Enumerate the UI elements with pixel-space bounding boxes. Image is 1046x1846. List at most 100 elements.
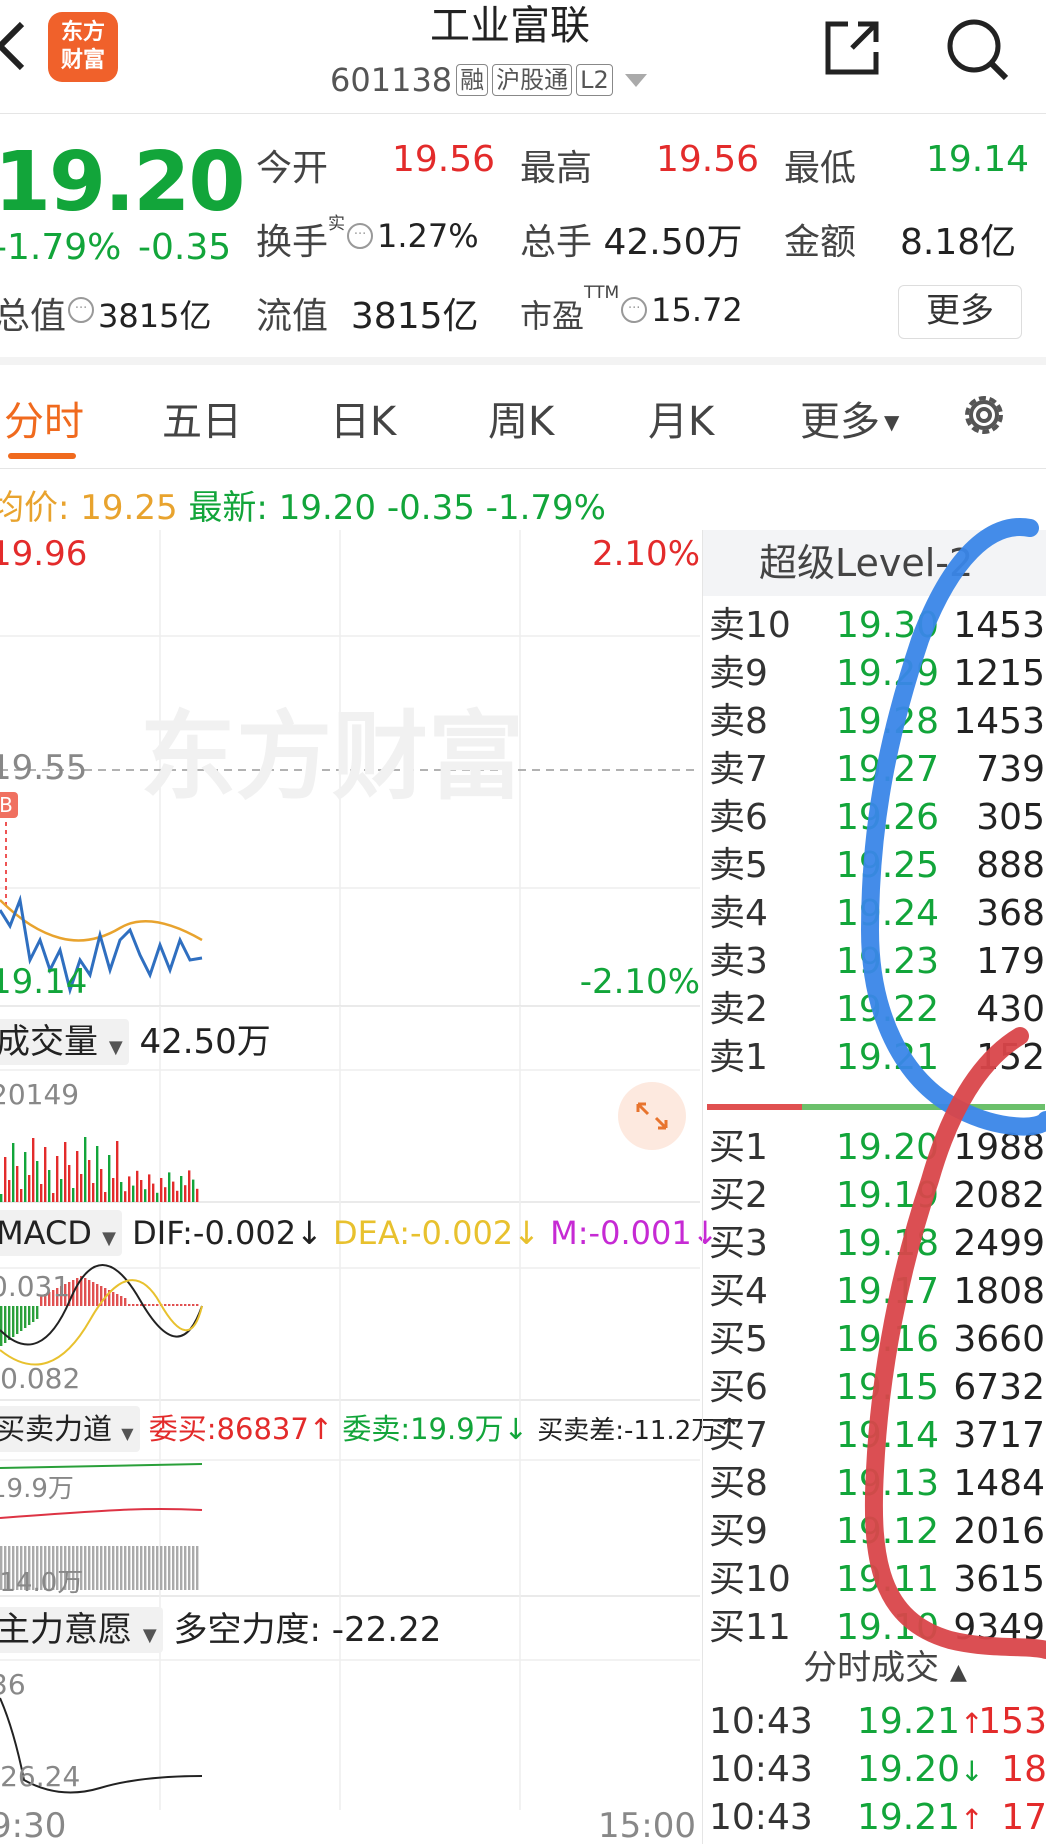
search-icon[interactable] [942,14,1012,84]
bidask-diff-bar [120,1546,123,1590]
ask-row[interactable]: 卖10 19.30 1453 [709,602,1045,650]
tab-more[interactable]: 更多 ▼ [800,389,899,447]
bid-volume: 1988 [953,1127,1045,1168]
tab-intraday[interactable]: 分时 [4,389,84,447]
bid-row[interactable]: 买7 19.14 3717 [709,1412,1045,1460]
bidask-diff-bar [184,1546,187,1590]
info-icon[interactable]: ··· [347,223,374,249]
bid-row[interactable]: 买3 19.18 2499 [709,1220,1045,1268]
trade-row[interactable]: 10:43 19.21↑ 153 [709,1698,1046,1746]
stock-code-row[interactable]: 601138 融 沪股通 L2 [330,61,647,99]
volume-bar [60,1179,63,1202]
bid-row[interactable]: 买10 19.11 3615 [709,1556,1045,1604]
bid-volume: 2016 [953,1511,1045,1552]
volume-bar [48,1170,51,1202]
volume-bar [156,1192,159,1202]
macd-bottom-label: -0.082 [0,1362,81,1395]
pe-cell[interactable]: 市盈 TTM ··· 15.72 [520,283,743,337]
bidask-diff-bar [172,1546,175,1590]
volume-max-label: 20149 [0,1078,80,1111]
ask-volume: 430 [976,989,1045,1030]
info-icon[interactable]: ··· [621,297,648,323]
volume-indicator-select[interactable]: 成交量 ▼ [0,1019,129,1065]
turnover-label: 换手 [256,222,329,263]
bidask-diff-bar [164,1546,167,1590]
mktcap-value: 3815亿 [98,297,212,335]
bid-price: 19.17 [835,1271,939,1312]
gear-icon[interactable] [958,389,1010,441]
bid-volume: 1484 [953,1463,1045,1504]
bid-row[interactable]: 买2 19.19 2082 [709,1172,1045,1220]
bid-row[interactable]: 买4 19.17 1808 [709,1268,1045,1316]
tab-weekly-k[interactable]: 周K [488,389,554,447]
tab-more-label: 更多 [800,399,880,445]
bidask-indicator-select[interactable]: 买卖力道 ▼ [0,1406,140,1452]
volume-bar [192,1179,195,1202]
volume-bar [196,1188,199,1202]
connect-tag: 沪股通 [492,64,573,96]
more-quote-button[interactable]: 更多 [898,285,1022,339]
bidask-diff-bar [84,1546,87,1590]
bid-level: 买5 [709,1319,768,1360]
macd-bar [88,1280,91,1306]
volume-bar [176,1190,179,1202]
bid-row[interactable]: 买5 19.16 3660 [709,1316,1045,1364]
ask-row[interactable]: 卖2 19.22 430 [709,986,1045,1034]
expand-icon[interactable] [618,1082,686,1150]
ask-row[interactable]: 卖3 19.23 179 [709,938,1045,986]
trades-header[interactable]: 分时成交 ▲ [703,1640,1046,1696]
macd-bar [180,1304,183,1306]
macd-bar [124,1298,127,1306]
intraday-chart[interactable]: 东方财富 19.96 2.10% 19.55 B 19.14 -2.10% 成交… [0,530,742,1846]
trade-row[interactable]: 10:43 19.21↑ 17 [709,1794,1046,1842]
ask-row[interactable]: 卖6 19.26 305 [709,794,1045,842]
buy-marker[interactable]: B [0,792,18,818]
bid-row[interactable]: 买1 19.20 1988 [709,1124,1045,1172]
ask-price: 19.28 [835,701,939,742]
trade-row[interactable]: 10:43 19.20↓ 18 [709,1746,1046,1794]
ask-line [0,1508,203,1519]
order-book[interactable]: 超级Level-2 卖10 19.30 1453 卖9 19.29 1215 卖8 19.28… [702,530,1046,1844]
turnover-sup: 实 [328,214,346,234]
share-icon[interactable] [822,18,882,78]
quote-panel: 19.20 -1.79% -0.35 今开 19.56 最高 19.56 最低 … [0,115,1046,365]
bid-row[interactable]: 买9 19.12 2016 [709,1508,1045,1556]
bidask-diff-bar [152,1546,155,1590]
ask-row[interactable]: 卖5 19.25 888 [709,842,1045,890]
ask-row[interactable]: 卖4 19.24 368 [709,890,1045,938]
ask-row[interactable]: 卖9 19.29 1215 [709,650,1045,698]
ask-row[interactable]: 卖7 19.27 739 [709,746,1045,794]
volume-bar [64,1142,67,1202]
ask-row[interactable]: 卖8 19.28 1453 [709,698,1045,746]
back-arrow-icon[interactable] [0,16,34,76]
macd-bar [116,1294,119,1306]
bidask-diff-bar [192,1546,195,1590]
bidask-indicator-row: 买卖力道 ▼ 委买:86837↑ 委卖:19.9万↓ 买卖差:-11.2万↑ [0,1406,742,1452]
info-icon[interactable]: ··· [68,297,95,323]
turnover-cell[interactable]: 换手实 ··· 1.27% [256,213,479,265]
level2-tag: L2 [576,64,613,96]
volume-bar [136,1170,139,1202]
ask-row[interactable]: 卖1 19.21 152 [709,1034,1045,1082]
volume-bar [4,1157,7,1202]
pct-top-label: 2.10% [591,534,700,574]
bid-row[interactable]: 买8 19.13 1484 [709,1460,1045,1508]
force-top-label: 36 [0,1668,26,1701]
tab-daily-k[interactable]: 日K [330,389,396,447]
dropdown-caret-icon[interactable] [624,73,647,87]
level2-header[interactable]: 超级Level-2 [703,530,1046,596]
bidask-diff-bar [136,1546,139,1590]
volume-indicator-row: 成交量 ▼ 42.50万 [0,1014,271,1065]
macd-bar [184,1304,187,1306]
macd-indicator-select[interactable]: MACD ▼ [0,1210,122,1256]
volume-bar [140,1180,143,1202]
volume-bar [116,1141,119,1202]
bid-row[interactable]: 买6 19.15 6732 [709,1364,1045,1412]
volume-bar [172,1181,175,1202]
ask-level: 卖8 [709,701,768,742]
tab-monthly-k[interactable]: 月K [648,389,714,447]
bid-level: 买7 [709,1415,768,1456]
mktcap-cell[interactable]: 总值 ··· 3815亿 [0,287,211,339]
tab-five-day[interactable]: 五日 [162,389,242,447]
force-indicator-select[interactable]: 主力意愿 ▼ [0,1607,163,1653]
